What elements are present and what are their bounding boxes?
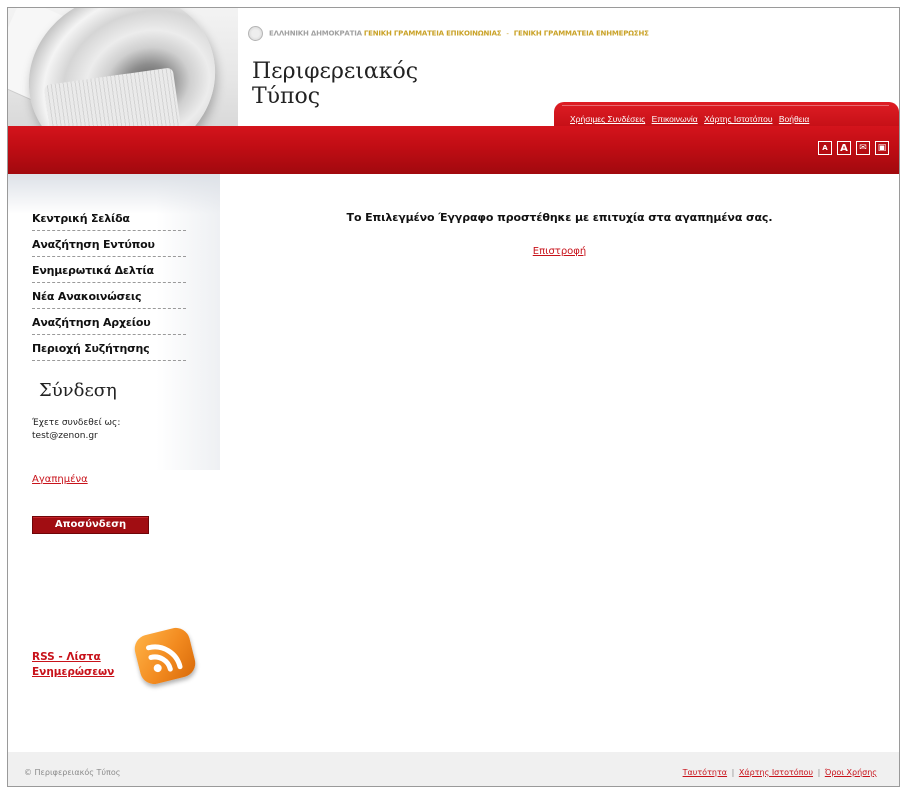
main-nav: Κεντρική Σελίδα Αναζήτηση Εντύπου Ενημερ…	[32, 205, 186, 361]
nav-item-announcements[interactable]: Νέα Ανακοινώσεις	[32, 283, 186, 309]
footer-separator: |	[731, 768, 735, 777]
top-links: Χρήσιμες Συνδέσεις Επικοινωνία Χάρτης Ισ…	[570, 114, 813, 124]
login-heading: Σύνδεση	[39, 380, 117, 401]
page-frame: ΕΛΛΗΝΙΚΗ ΔΗΜΟΚΡΑΤΙΑ ΓΕΝΙΚΗ ΓΡΑΜΜΑΤΕΙΑ ΕΠ…	[7, 7, 900, 787]
top-link-contact[interactable]: Επικοινωνία	[652, 114, 698, 124]
rss-icon[interactable]	[131, 624, 199, 688]
nav-item-discussion[interactable]: Περιοχή Συζήτησης	[32, 335, 186, 361]
utility-icons: A A ✉ ▣	[818, 141, 889, 155]
footer-link-sitemap[interactable]: Χάρτης Ιστοτόπου	[739, 768, 813, 777]
gov-tertiary: ΓΕΝΙΚΗ ΓΡΑΜΜΑΤΕΙΑ ΕΝΗΜΕΡΩΣΗΣ	[513, 29, 649, 38]
top-link-sitemap[interactable]: Χάρτης Ιστοτόπου	[704, 114, 772, 124]
top-link-help[interactable]: Βοήθεια	[779, 114, 809, 124]
nav-item-newsletters[interactable]: Ενημερωτικά Δελτία	[32, 257, 186, 283]
gov-primary: ΕΛΛΗΝΙΚΗ ΔΗΜΟΚΡΑΤΙΑ	[269, 29, 362, 38]
print-icon[interactable]: ▣	[875, 141, 889, 155]
footer-links: Ταυτότητα | Χάρτης Ιστοτόπου | Όροι Χρήσ…	[683, 768, 877, 777]
email-icon[interactable]: ✉	[856, 141, 870, 155]
font-larger-icon[interactable]: A	[837, 141, 851, 155]
site-title-line2: Τύπος	[252, 84, 321, 109]
footer-link-identity[interactable]: Ταυτότητα	[683, 768, 727, 777]
font-smaller-icon[interactable]: A	[818, 141, 832, 155]
nav-item-search-publication[interactable]: Αναζήτηση Εντύπου	[32, 231, 186, 257]
rss-list-link[interactable]: RSS - Λίστα Ενημερώσεων	[32, 650, 142, 680]
copyright: © Περιφερειακός Τύπος	[24, 768, 121, 777]
gov-separator: -	[506, 29, 509, 38]
logged-in-label: Έχετε συνδεθεί ως:	[32, 418, 121, 428]
top-link-useful-links[interactable]: Χρήσιμες Συνδέσεις	[570, 114, 645, 124]
logged-in-user: test@zenon.gr	[32, 431, 98, 441]
site-title: Περιφερειακός Τύπος	[252, 59, 418, 109]
footer-separator: |	[817, 768, 821, 777]
greek-emblem-icon	[248, 26, 263, 41]
nav-item-home[interactable]: Κεντρική Σελίδα	[32, 205, 186, 231]
success-message: Το Επιλεγμένο Έγγραφο προστέθηκε με επιτ…	[346, 211, 773, 224]
government-line: ΕΛΛΗΝΙΚΗ ΔΗΜΟΚΡΑΤΙΑ ΓΕΝΙΚΗ ΓΡΑΜΜΑΤΕΙΑ ΕΠ…	[248, 26, 649, 41]
red-banner	[8, 126, 899, 174]
logout-button[interactable]: Αποσύνδεση	[32, 516, 149, 534]
gov-secondary: ΓΕΝΙΚΗ ΓΡΑΜΜΑΤΕΙΑ ΕΠΙΚΟΙΝΩΝΙΑΣ	[363, 29, 502, 38]
site-title-line1: Περιφερειακός	[252, 59, 419, 84]
back-link[interactable]: Επιστροφή	[533, 246, 586, 257]
favorites-link[interactable]: Αγαπημένα	[32, 474, 88, 485]
back-link-container: Επιστροφή	[220, 246, 899, 257]
footer-link-terms[interactable]: Όροι Χρήσης	[825, 768, 877, 777]
nav-item-search-archive[interactable]: Αναζήτηση Αρχείου	[32, 309, 186, 335]
